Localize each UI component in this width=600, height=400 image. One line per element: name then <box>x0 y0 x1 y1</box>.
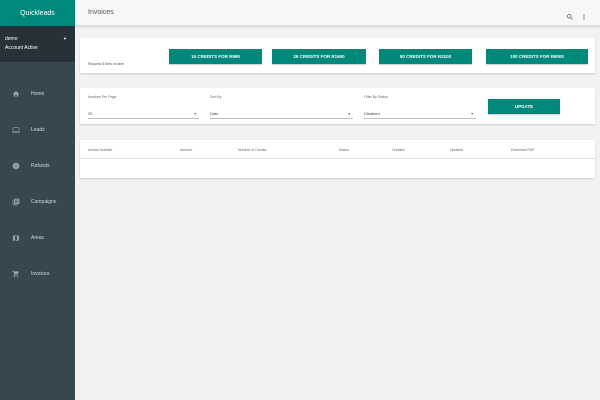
account-username: demo <box>5 36 18 42</box>
sidebar-item-label: Campaigns <box>31 199 57 205</box>
column-header[interactable]: Status <box>339 148 349 152</box>
caret-down-icon[interactable]: ▼ <box>63 36 67 41</box>
sidebar-item-label: Areas <box>31 235 45 241</box>
sidebar-item-campaigns[interactable]: Campaigns <box>0 184 75 220</box>
per-page-filter: Invoices Per Page 25 ▼ <box>88 95 199 119</box>
search-icon[interactable] <box>566 8 574 26</box>
sidebar-item-label: Refunds <box>31 163 50 169</box>
status-filter-value: Disabled <box>364 111 380 116</box>
request-invoice-card: Request A New Invoice 15 CREDITS FOR R99… <box>80 38 595 73</box>
column-header[interactable]: Number of Credits <box>238 148 266 152</box>
sidebar-item-label: Home <box>31 91 45 97</box>
invoices-table: Invoice Number Amount Number of Credits … <box>80 140 595 178</box>
credits-25-button[interactable]: 25 CREDITS FOR R1600 <box>272 49 366 64</box>
column-header[interactable]: Amount <box>180 148 192 152</box>
column-header[interactable]: Invoice Number <box>88 148 113 152</box>
column-header[interactable]: Updated <box>450 148 463 152</box>
page-title: Invoices <box>88 9 114 16</box>
home-icon <box>11 90 20 99</box>
dropdown-arrow-icon: ▼ <box>193 112 197 116</box>
per-page-label: Invoices Per Page <box>88 95 117 99</box>
filter-card: Invoices Per Page 25 ▼ Sort By Date ▼ Fi… <box>80 88 595 124</box>
sort-by-label: Sort By <box>210 95 222 99</box>
credits-50-button[interactable]: 50 CREDITS FOR R3100 <box>379 49 472 64</box>
sidebar: Quickleads demo Account Active ▼ Home Le… <box>0 0 75 400</box>
account-status: Account Active <box>5 45 38 51</box>
update-button[interactable]: UPDATE <box>488 99 560 114</box>
status-select[interactable]: Disabled ▼ <box>364 107 476 119</box>
per-page-value: 25 <box>88 111 93 116</box>
campaigns-icon <box>11 198 20 207</box>
sidebar-nav: Home Leads Refunds Campaigns Areas Invoi… <box>0 62 75 292</box>
sort-by-filter: Sort By Date ▼ <box>210 95 353 119</box>
top-actions <box>566 8 588 26</box>
brand-logo[interactable]: Quickleads <box>0 0 75 26</box>
request-invoice-label: Request A New Invoice <box>88 62 124 66</box>
sidebar-item-refunds[interactable]: Refunds <box>0 148 75 184</box>
status-filter: Filter By Status Disabled ▼ <box>364 95 476 119</box>
account-panel[interactable]: demo Account Active ▼ <box>0 26 75 62</box>
column-header[interactable]: Download PDF <box>511 148 535 152</box>
leads-icon <box>11 126 20 135</box>
sidebar-item-leads[interactable]: Leads <box>0 112 75 148</box>
sort-by-value: Date <box>210 111 219 116</box>
status-filter-label: Filter By Status <box>364 95 388 99</box>
credits-100-button[interactable]: 100 CREDITS FOR R6000 <box>486 49 588 64</box>
top-bar: Invoices <box>75 0 600 26</box>
dropdown-arrow-icon: ▼ <box>347 112 351 116</box>
refunds-icon <box>11 162 20 171</box>
credits-15-button[interactable]: 15 CREDITS FOR R990 <box>169 49 262 64</box>
sidebar-item-areas[interactable]: Areas <box>0 220 75 256</box>
sidebar-item-label: Invoices <box>31 271 50 277</box>
sidebar-item-home[interactable]: Home <box>0 76 75 112</box>
sidebar-item-label: Leads <box>31 127 45 133</box>
sort-by-select[interactable]: Date ▼ <box>210 107 353 119</box>
dropdown-arrow-icon: ▼ <box>470 112 474 116</box>
table-header: Invoice Number Amount Number of Credits … <box>80 140 595 159</box>
per-page-select[interactable]: 25 ▼ <box>88 107 199 119</box>
column-header[interactable]: Created <box>392 148 404 152</box>
more-vert-icon[interactable] <box>580 8 588 26</box>
invoices-icon <box>11 270 20 279</box>
sidebar-item-invoices[interactable]: Invoices <box>0 256 75 292</box>
areas-icon <box>11 234 20 243</box>
